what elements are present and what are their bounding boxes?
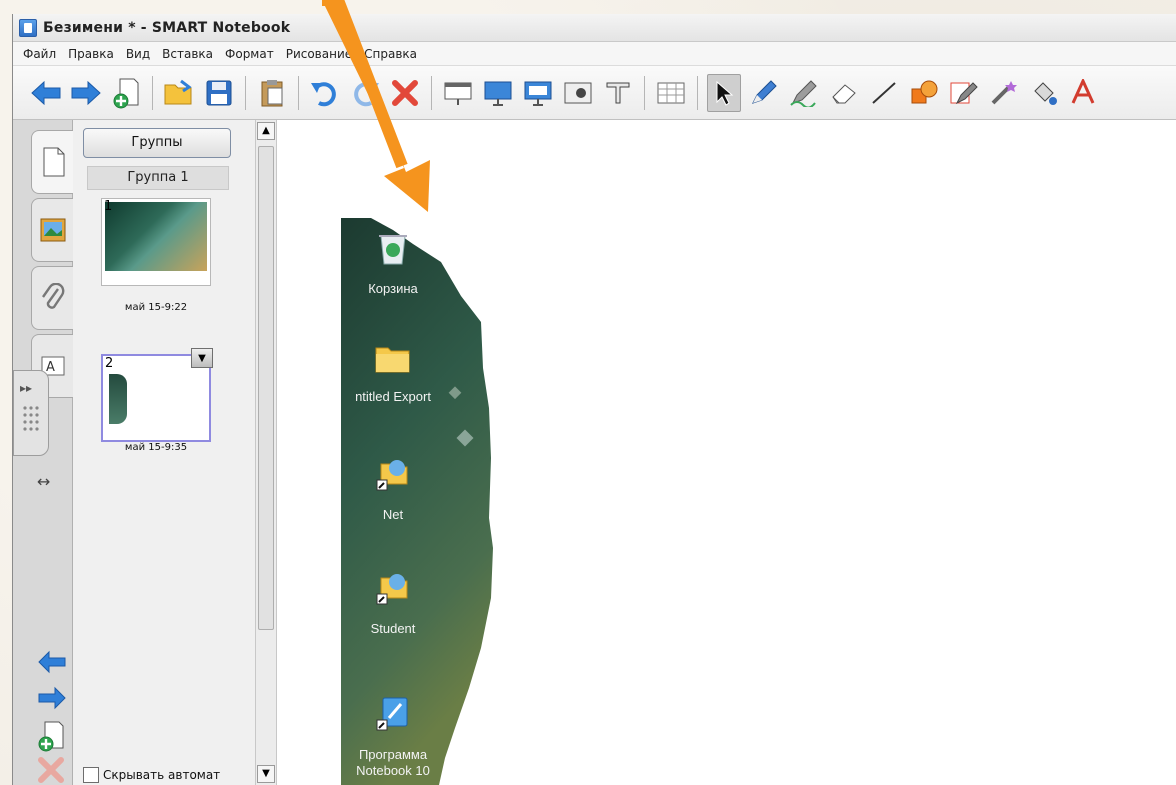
menu-view[interactable]: Вид xyxy=(120,47,156,61)
screen-shade-icon[interactable] xyxy=(441,74,475,112)
expand-chevrons-icon: ▸▸ xyxy=(20,381,33,395)
add-page-sidebar-icon[interactable] xyxy=(37,720,65,759)
title-bar: Безимени * - SMART Notebook xyxy=(13,14,1176,42)
save-icon[interactable] xyxy=(202,74,236,112)
desktop-icon-notebook[interactable]: Программа Notebook 10 xyxy=(343,694,443,779)
toolbar-separator xyxy=(152,75,153,110)
menu-file[interactable]: Файл xyxy=(17,47,62,61)
menu-insert[interactable]: Вставка xyxy=(156,47,219,61)
page-number: 2 xyxy=(105,356,114,371)
desktop-icon-label: Корзина xyxy=(368,281,418,296)
desktop-icon-label: ntitled Export xyxy=(355,389,431,404)
eraser-icon[interactable] xyxy=(827,74,861,112)
thumbnail-preview xyxy=(105,202,207,271)
redo-icon[interactable] xyxy=(348,74,382,112)
group-label[interactable]: Группа 1 xyxy=(87,166,229,190)
gallery-icon xyxy=(40,218,65,242)
whiteboard-canvas[interactable]: Корзина ntitled Export Net Student Прогр xyxy=(277,120,1176,785)
select-pointer-icon[interactable] xyxy=(707,73,741,112)
full-screen-icon[interactable] xyxy=(481,74,515,112)
undo-icon[interactable] xyxy=(308,74,342,112)
paperclip-icon xyxy=(41,283,64,309)
recycle-bin-icon xyxy=(343,228,443,277)
window-title: Безимени * - SMART Notebook xyxy=(43,19,291,36)
autohide-label: Скрывать автомат xyxy=(103,768,221,782)
shape-icon[interactable] xyxy=(907,74,941,112)
back-arrow-icon[interactable] xyxy=(29,74,63,112)
tab-gallery[interactable] xyxy=(31,198,73,262)
magic-wand-icon[interactable] xyxy=(987,74,1021,112)
desktop-icon-label: Net xyxy=(382,507,404,522)
sidebar-drag-handle[interactable]: ▸▸ xyxy=(13,370,49,456)
open-folder-icon[interactable] xyxy=(162,74,196,112)
svg-text:A: A xyxy=(46,360,55,375)
page-number: 1 xyxy=(104,199,113,214)
document-camera-icon[interactable] xyxy=(601,74,635,112)
scroll-up-arrow[interactable]: ▲ xyxy=(257,122,275,140)
desktop-icon-label: Student xyxy=(370,621,416,636)
grip-dots-icon xyxy=(23,406,39,431)
paste-icon[interactable] xyxy=(255,74,289,112)
table-icon[interactable] xyxy=(654,74,688,112)
folder-icon xyxy=(343,340,443,385)
toolbar-separator xyxy=(697,75,698,110)
toolbar-separator xyxy=(245,75,246,110)
forward-arrow-icon[interactable] xyxy=(69,74,103,112)
line-icon[interactable] xyxy=(867,74,901,112)
desktop-icon-student[interactable]: Student xyxy=(343,568,443,636)
scroll-down-arrow[interactable]: ▼ xyxy=(257,765,275,783)
toolbar-separator xyxy=(644,75,645,110)
menu-format[interactable]: Формат xyxy=(219,47,280,61)
page-sorter-icon xyxy=(43,147,64,177)
menu-draw[interactable]: Рисование xyxy=(280,47,358,61)
fill-icon[interactable] xyxy=(1027,74,1061,112)
text-icon[interactable] xyxy=(1067,74,1101,112)
thumbnail-preview xyxy=(109,374,127,424)
toolbar-separator xyxy=(298,75,299,110)
groups-button[interactable]: Группы xyxy=(83,128,231,158)
page-thumbnail-1[interactable]: 1 xyxy=(101,198,211,286)
next-page-icon[interactable] xyxy=(37,684,67,717)
page-caption: май 15-9:35 xyxy=(124,442,188,453)
desktop-icon-net[interactable]: Net xyxy=(343,454,443,522)
magic-pen-icon[interactable] xyxy=(947,74,981,112)
toolbar-separator xyxy=(431,75,432,110)
creative-pen-icon[interactable] xyxy=(787,74,821,112)
page-sorter-panel: Группы Группа 1 1 май 15-9:22 2 ▼ май 15… xyxy=(73,120,255,785)
scroll-thumb[interactable] xyxy=(258,146,274,630)
desktop-icon-label: Программа Notebook 10 xyxy=(356,747,430,778)
page-menu-dropdown[interactable]: ▼ xyxy=(191,348,213,368)
menu-help[interactable]: Справка xyxy=(358,47,423,61)
notebook-shortcut-icon xyxy=(343,694,443,743)
app-icon xyxy=(19,18,37,37)
resize-horizontal-icon[interactable]: ↔ xyxy=(37,472,50,491)
sorter-scrollbar[interactable]: ▲ ▼ xyxy=(255,120,277,785)
dual-display-icon[interactable] xyxy=(521,74,555,112)
capture-icon[interactable] xyxy=(561,74,595,112)
smart-notebook-window: Безимени * - SMART Notebook Файл Правка … xyxy=(12,14,1176,785)
previous-page-icon[interactable] xyxy=(37,648,67,681)
menu-bar: Файл Правка Вид Вставка Формат Рисование… xyxy=(13,42,1176,66)
autohide-checkbox[interactable] xyxy=(83,767,99,783)
add-page-icon[interactable] xyxy=(109,74,143,112)
tab-attachments[interactable] xyxy=(31,266,73,330)
desktop-icon-recycle-bin[interactable]: Корзина xyxy=(343,228,443,296)
pen-icon[interactable] xyxy=(747,74,781,112)
desktop-icon-untitled-export[interactable]: ntitled Export xyxy=(343,340,443,404)
tab-page-sorter[interactable] xyxy=(31,130,73,194)
autohide-option: Скрывать автомат xyxy=(83,767,220,783)
network-shortcut-icon xyxy=(343,454,443,503)
delete-page-icon[interactable] xyxy=(37,756,65,785)
side-tabs: A ▸▸ ↔ xyxy=(13,120,73,785)
student-shortcut-icon xyxy=(343,568,443,617)
main-toolbar xyxy=(13,66,1176,120)
page-caption: май 15-9:22 xyxy=(124,302,188,313)
menu-edit[interactable]: Правка xyxy=(62,47,120,61)
delete-icon[interactable] xyxy=(388,74,422,112)
